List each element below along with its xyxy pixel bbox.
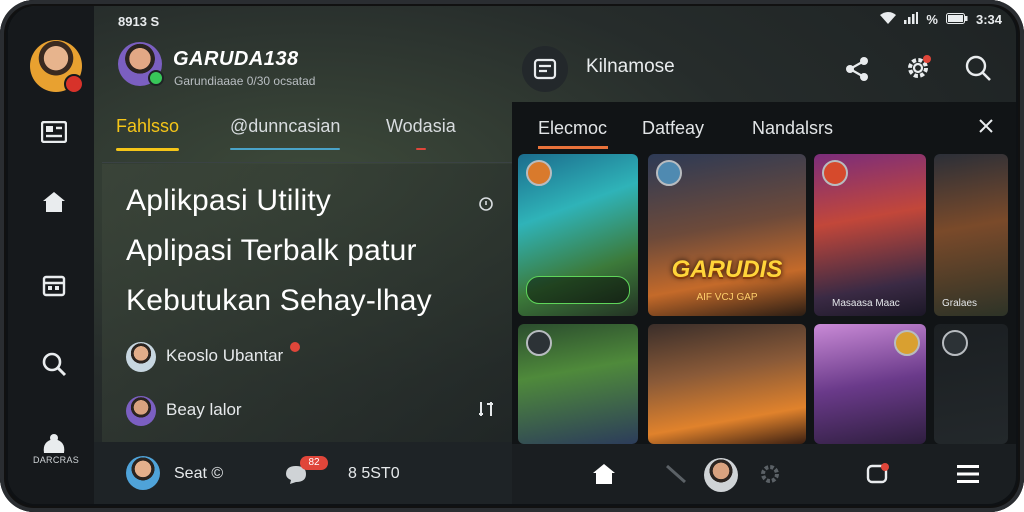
tab-active-indicator (538, 146, 608, 149)
headline-line-3: Kebutukan Sehay-lhay (126, 284, 432, 317)
tab-label: Fahlsso (116, 116, 180, 136)
filter-icon[interactable] (478, 400, 494, 423)
tile-progress (526, 276, 630, 304)
tab-label: @dunncasian (230, 116, 341, 136)
menu-icon[interactable] (952, 458, 984, 490)
app-screen: DARCRAS 8913 S % 3:34 GARUDA138 Garundia… (8, 6, 1016, 504)
tab-wodasia[interactable]: Wodasia (386, 116, 456, 150)
share-icon[interactable] (844, 56, 870, 87)
info-icon[interactable] (478, 196, 494, 217)
battery-percent: % (926, 12, 938, 27)
tab-indicator (230, 148, 341, 150)
tab-label: Wodasia (386, 116, 456, 136)
news-icon[interactable] (36, 114, 72, 150)
brand-subtitle: Garundiaaae 0/30 ocsatad (174, 74, 316, 88)
notification-dot (64, 74, 84, 94)
game-tile-featured[interactable]: GARUDIS AIF VCJ GAP (648, 154, 806, 316)
tab-label: Elecmoc (538, 118, 608, 138)
search-icon[interactable] (964, 54, 992, 87)
game-tile[interactable]: Masaasa Maac (814, 154, 926, 316)
author-name[interactable]: Beay lalor (166, 400, 242, 420)
tab-nandalsrs[interactable]: Nandalsrs (752, 118, 833, 139)
signal-icon (904, 12, 919, 27)
tab-indicator (416, 148, 426, 150)
game-tile[interactable] (518, 324, 638, 444)
wifi-icon (880, 12, 897, 27)
tab-label: Datfeay (642, 118, 705, 138)
headline-line-1: Aplikpasi Utility (126, 184, 332, 217)
tab-fahlsso[interactable]: Fahlsso (116, 116, 180, 151)
chat-badge: 82 (300, 456, 328, 470)
tile-badge-icon (526, 330, 552, 356)
device-frame: DARCRAS 8913 S % 3:34 GARUDA138 Garundia… (0, 0, 1024, 512)
game-tile[interactable] (934, 324, 1008, 444)
tab-datfeay[interactable]: Datfeay (642, 118, 704, 139)
status-time: 8913 S (118, 14, 160, 29)
author-avatar[interactable] (126, 342, 156, 372)
game-tile[interactable] (814, 324, 926, 444)
alert-dot (290, 342, 300, 352)
calendar-icon[interactable] (36, 268, 72, 304)
tab-label: Nandalsrs (752, 118, 834, 138)
close-icon[interactable] (978, 118, 994, 139)
tab-active-indicator (116, 148, 180, 151)
app-icon-button[interactable] (522, 46, 568, 92)
brand-title: GARUDA138 (173, 48, 299, 70)
user-label[interactable]: Seat © (174, 465, 223, 483)
settings-icon[interactable] (904, 54, 932, 87)
online-dot (148, 70, 164, 86)
points-count: 8 5ST0 (348, 465, 400, 482)
profile-avatar[interactable] (704, 458, 738, 492)
tab-dunncasian[interactable]: @dunncasian (230, 116, 341, 150)
message-icon[interactable] (862, 458, 894, 490)
tile-badge-icon (526, 160, 552, 186)
tile-caption: Masaasa Maac (832, 298, 900, 309)
battery-icon (945, 12, 968, 27)
headline-line-2: Aplipasi Terbalk patur (126, 234, 417, 267)
tile-badge-icon (822, 160, 848, 186)
home-icon[interactable] (588, 458, 620, 490)
tab-elecmoc[interactable]: Elecmoc (538, 118, 607, 139)
left-rail: DARCRAS (8, 6, 94, 504)
tile-badge-icon (656, 160, 682, 186)
game-tile[interactable] (648, 324, 806, 444)
divider (102, 162, 512, 163)
search-icon[interactable] (36, 346, 72, 382)
panel-title: Kilnamose (586, 56, 675, 77)
tile-caption: AIF VCJ GAP (696, 292, 758, 303)
category-tabs: Fahlsso @dunncasian Wodasia (116, 116, 512, 158)
tile-badge-icon (942, 330, 968, 356)
rail-label: DARCRAS (32, 455, 80, 465)
status-clock: 3:34 (975, 12, 1002, 27)
game-tile[interactable] (518, 154, 638, 316)
brand-avatar[interactable] (118, 42, 164, 86)
tile-badge-icon (894, 330, 920, 356)
gear-icon[interactable] (754, 458, 786, 490)
profile-avatar[interactable] (30, 40, 84, 94)
home-icon[interactable] (36, 184, 72, 220)
user-avatar[interactable] (126, 456, 160, 490)
tile-title: GARUDIS (671, 256, 783, 283)
author-avatar[interactable] (126, 396, 156, 426)
status-bar: % 3:34 (880, 12, 1002, 27)
author-name[interactable]: Keoslo Ubantar (166, 346, 283, 366)
game-tile[interactable]: Gralaes (934, 154, 1008, 316)
sword-icon[interactable] (660, 458, 692, 490)
tile-caption: Gralaes (942, 298, 978, 309)
